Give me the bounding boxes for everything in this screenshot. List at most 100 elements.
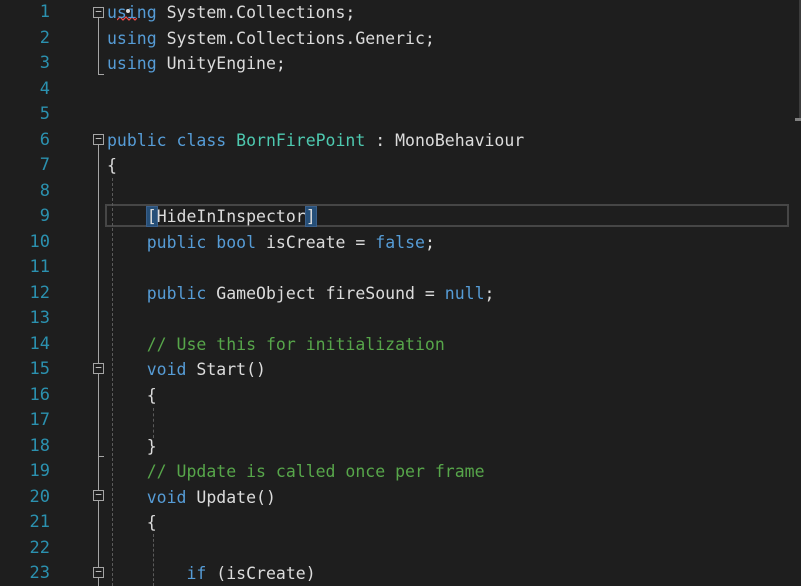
code-token: HideInInspector	[156, 207, 306, 226]
code-line[interactable]: 20 void Update()	[0, 485, 801, 511]
line-number: 14	[29, 333, 50, 354]
line-number: 12	[29, 282, 50, 303]
code-token: Update()	[186, 487, 276, 507]
keyword-token: public	[107, 130, 167, 150]
code-line[interactable]: 22	[0, 536, 801, 562]
keyword-token: void	[146, 487, 187, 507]
line-number: 23	[29, 563, 50, 583]
code-token: (isCreate)	[206, 564, 316, 583]
keyword-token: if	[186, 564, 207, 583]
code-token: System.Collections;	[156, 3, 356, 22]
line-code: {	[107, 383, 157, 409]
code-line[interactable]: 7{	[0, 153, 801, 179]
line-number: 22	[29, 537, 50, 558]
line-number: 16	[29, 384, 50, 405]
code-line[interactable]: 23 if (isCreate)	[0, 561, 801, 586]
code-token: ;	[424, 232, 435, 252]
code-token: Start()	[186, 360, 266, 379]
line-code: // Update is called once per frame	[107, 459, 485, 485]
line-code: {	[107, 510, 157, 536]
code-token: {	[107, 513, 157, 532]
code-line[interactable]: 2 using System.Collections.Generic;	[0, 26, 801, 52]
keyword-token: using	[107, 3, 157, 22]
code-line[interactable]: 21 {	[0, 510, 801, 536]
code-line[interactable]: 5	[0, 102, 801, 128]
code-token: {	[107, 156, 117, 175]
keyword-token: false	[375, 232, 425, 252]
code-line[interactable]: 4	[0, 77, 801, 103]
keyword-token: public	[146, 232, 207, 252]
code-line[interactable]: 14 // Use this for initialization	[0, 332, 801, 358]
type-token: BornFirePoint	[236, 130, 366, 150]
line-code: using UnityEngine;	[107, 51, 286, 77]
line-code: using System.Collections.Generic;	[107, 26, 435, 52]
comment-token: // Use this for initialization	[146, 334, 445, 354]
code-line[interactable]: 8	[0, 179, 801, 205]
keyword-token: bool	[216, 232, 257, 252]
line-number: 20	[29, 486, 50, 507]
line-number: 11	[29, 257, 50, 277]
line-number: 2	[39, 27, 50, 48]
code-line[interactable]: 16 {	[0, 383, 801, 409]
code-token: UnityEngine;	[156, 54, 286, 73]
line-code: [HideInInspector]	[107, 204, 316, 230]
line-number: 10	[29, 231, 50, 252]
line-code: }	[107, 434, 157, 460]
keyword-token: using	[107, 28, 157, 48]
code-line[interactable]: 11	[0, 255, 801, 281]
code-line[interactable]: 19 // Update is called once per frame	[0, 459, 801, 485]
code-line[interactable]: 18 }	[0, 434, 801, 460]
line-code: void Start()	[107, 357, 266, 383]
code-token: GameObject fireSound =	[206, 283, 445, 303]
line-code: // Use this for initialization	[107, 332, 445, 358]
code-line[interactable]: 3 using UnityEngine;	[0, 51, 801, 77]
line-number: 21	[29, 512, 50, 532]
keyword-token: using	[107, 54, 157, 73]
line-number: 18	[29, 435, 50, 456]
line-code: {	[107, 153, 117, 179]
line-code: public bool isCreate = false;	[107, 230, 435, 256]
line-number: 17	[29, 410, 50, 430]
line-number: 7	[39, 155, 50, 175]
bracket-match-token: [	[146, 207, 157, 226]
keyword-token: public	[146, 283, 207, 303]
bracket-match-token: ]	[305, 207, 316, 226]
keyword-token: void	[146, 360, 187, 379]
line-code: public GameObject fireSound = null;	[107, 281, 495, 307]
code-line[interactable]: 1 using System.Collections;	[0, 0, 801, 26]
line-number: 15	[29, 359, 50, 379]
line-number: 13	[29, 308, 50, 328]
comment-token: // Update is called once per frame	[146, 462, 485, 481]
code-line[interactable]: 15 void Start()	[0, 357, 801, 383]
line-code: using System.Collections;	[107, 0, 355, 26]
code-line[interactable]: 17	[0, 408, 801, 434]
keyword-token: null	[444, 283, 485, 303]
line-number: 8	[39, 180, 50, 201]
line-code: public class BornFirePoint : MonoBehavio…	[107, 128, 524, 154]
code-token: ;	[484, 283, 495, 303]
code-line[interactable]: 9 [HideInInspector]	[0, 204, 801, 230]
code-line[interactable]: 12 public GameObject fireSound = null;	[0, 281, 801, 307]
line-number: 6	[39, 129, 50, 150]
code-line[interactable]: 13	[0, 306, 801, 332]
line-number: 4	[39, 78, 50, 99]
line-code: if (isCreate)	[107, 561, 316, 586]
code-editor[interactable]: − − − − − 1 using System.Collections; 2 usi…	[0, 0, 801, 586]
line-code: void Update()	[107, 485, 276, 511]
code-line[interactable]: 10 public bool isCreate = false;	[0, 230, 801, 256]
line-number: 19	[29, 461, 50, 481]
code-token: System.Collections.Generic;	[156, 28, 435, 48]
line-number: 1	[39, 2, 50, 22]
code-token: }	[107, 436, 157, 456]
code-line[interactable]: 6 public class BornFirePoint : MonoBehavi…	[0, 128, 801, 154]
code-token: : MonoBehaviour	[365, 130, 525, 150]
